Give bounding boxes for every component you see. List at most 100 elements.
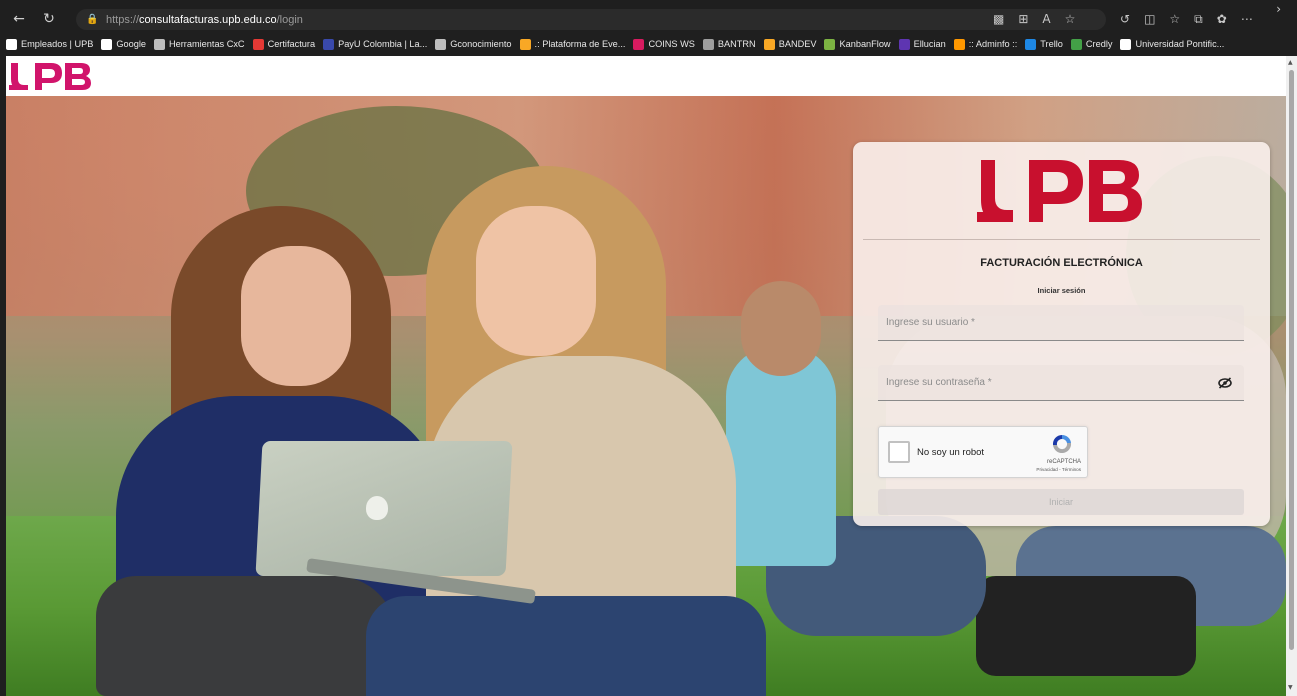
back-icon[interactable]: ← xyxy=(8,8,30,30)
student-jeans xyxy=(366,596,766,696)
url-path: /login xyxy=(276,13,303,26)
browser-chrome: ← ↻ 🔒 https://consultafacturas.upb.edu.c… xyxy=(0,0,1297,56)
login-button[interactable]: Iniciar xyxy=(878,489,1244,515)
browser-actions: ↺ ◫ ☆ ⧉ ✿ ⋯ xyxy=(1120,6,1253,32)
favorite-star-icon[interactable]: ☆ xyxy=(1065,12,1076,26)
bookmark-item[interactable]: PayU Colombia | La... xyxy=(323,38,428,50)
collections-icon[interactable]: ⧉ xyxy=(1194,12,1203,27)
upb-logo-graphic xyxy=(9,63,91,90)
bookmark-item[interactable]: BANTRN xyxy=(702,38,756,50)
bookmark-favicon-icon xyxy=(6,38,17,50)
student-head xyxy=(741,281,821,376)
password-field[interactable] xyxy=(878,365,1244,401)
bookmark-item[interactable]: Google xyxy=(101,38,146,50)
bookmark-label: Credly xyxy=(1085,39,1113,49)
address-bar[interactable]: 🔒 https://consultafacturas.upb.edu.co/lo… xyxy=(76,9,1106,30)
scroll-down-icon[interactable]: ▼ xyxy=(1288,684,1293,691)
bookmark-label: BANTRN xyxy=(717,39,756,49)
login-subtitle: Iniciar sesión xyxy=(1037,286,1086,295)
bookmark-item[interactable]: Certifactura xyxy=(252,38,316,50)
apps-icon[interactable]: ⊞ xyxy=(1018,12,1028,26)
bookmark-favicon-icon xyxy=(252,38,264,50)
bookmark-favicon-icon xyxy=(101,38,113,50)
bookmarks-overflow-icon[interactable]: › xyxy=(1276,2,1281,16)
bookmark-item[interactable]: Empleados | UPB xyxy=(6,38,94,50)
bookmark-item[interactable]: Herramientas CxC xyxy=(154,38,245,50)
bookmark-favicon-icon xyxy=(519,38,531,50)
bookmark-favicon-icon xyxy=(1025,38,1037,50)
bookmark-label: Universidad Pontific... xyxy=(1135,39,1225,49)
page-scrollbar[interactable]: ▲ ▼ xyxy=(1286,56,1297,696)
username-input[interactable] xyxy=(878,305,1244,340)
refresh-icon[interactable]: ↻ xyxy=(38,8,60,30)
extensions-icon[interactable]: ↺ xyxy=(1120,12,1130,26)
student-face xyxy=(476,206,596,356)
bookmark-item[interactable]: KanbanFlow xyxy=(824,38,891,50)
bookmark-label: COINS WS xyxy=(648,39,695,49)
bookmark-favicon-icon xyxy=(898,38,910,50)
bookmark-label: Gconocimiento xyxy=(450,39,512,49)
recaptcha-label: No soy un robot xyxy=(917,447,985,458)
bookmark-label: BANDEV xyxy=(778,39,817,49)
bookmark-label: Google xyxy=(116,39,146,49)
bookmark-favicon-icon xyxy=(702,38,714,50)
bookmark-item[interactable]: COINS WS xyxy=(633,38,695,50)
bookmark-item[interactable]: Trello xyxy=(1025,38,1063,50)
recaptcha-widget: No soy un robot reCAPTCHA Privacidad - T… xyxy=(878,426,1088,478)
upb-logo xyxy=(977,160,1142,222)
bookmark-label: PayU Colombia | La... xyxy=(338,39,428,49)
address-bar-actions: ▩ ⊞ A ☆ xyxy=(993,6,1075,32)
split-screen-icon[interactable]: ◫ xyxy=(1144,12,1155,26)
recaptcha-checkbox[interactable] xyxy=(888,441,910,463)
reader-view-icon[interactable]: ▩ xyxy=(993,12,1004,26)
recaptcha-logo-icon xyxy=(1052,434,1072,454)
bookmark-label: .: Plataforma de Eve... xyxy=(534,39,626,49)
bookmark-label: Certifactura xyxy=(267,39,316,49)
upb-logo[interactable] xyxy=(9,61,93,91)
student-shirt xyxy=(726,346,836,566)
apple-logo-icon xyxy=(366,496,388,520)
bookmark-item[interactable]: Ellucian xyxy=(898,38,946,50)
divider xyxy=(863,239,1260,240)
bookmark-favicon-icon xyxy=(1070,38,1082,50)
bookmark-item[interactable]: Universidad Pontific... xyxy=(1120,38,1225,50)
scroll-up-icon[interactable]: ▲ xyxy=(1288,59,1293,66)
login-card: FACTURACIÓN ELECTRÓNICA Iniciar sesión N… xyxy=(853,142,1270,526)
bookmark-favicon-icon xyxy=(824,38,836,50)
bookmark-item[interactable]: Credly xyxy=(1070,38,1113,50)
bookmark-favicon-icon xyxy=(1120,38,1132,50)
copilot-icon[interactable]: ✿ xyxy=(1217,12,1227,26)
site-header xyxy=(6,56,1286,96)
bookmark-favicon-icon xyxy=(953,38,965,50)
scrollbar-thumb[interactable] xyxy=(1289,70,1294,650)
favorites-icon[interactable]: ☆ xyxy=(1169,12,1180,26)
backpack xyxy=(96,576,396,696)
toggle-password-visibility-icon[interactable] xyxy=(1218,377,1232,389)
bookmark-favicon-icon xyxy=(763,38,775,50)
bookmark-favicon-icon xyxy=(323,38,335,50)
login-title: FACTURACIÓN ELECTRÓNICA xyxy=(980,257,1143,269)
bookmark-item[interactable]: BANDEV xyxy=(763,38,817,50)
bookmark-item[interactable]: .: Plataforma de Eve... xyxy=(519,38,626,50)
bookmark-item[interactable]: Gconocimiento xyxy=(435,38,512,50)
bookmark-item[interactable]: :: Adminfo :: xyxy=(953,38,1018,50)
password-input[interactable] xyxy=(878,365,1244,400)
url-protocol: https:// xyxy=(106,13,140,26)
bookmark-label: KanbanFlow xyxy=(839,39,891,49)
more-menu-icon[interactable]: ⋯ xyxy=(1241,12,1253,26)
read-aloud-icon[interactable]: A xyxy=(1042,12,1050,26)
url-host: consultafacturas.upb.edu.co xyxy=(139,13,277,26)
bookmark-label: Herramientas CxC xyxy=(169,39,245,49)
recaptcha-terms-link[interactable]: Privacidad - Términos xyxy=(1036,467,1081,472)
student-face xyxy=(241,246,351,386)
bookmark-favicon-icon xyxy=(154,38,165,50)
lock-icon: 🔒 xyxy=(86,14,99,25)
recaptcha-brand: reCAPTCHA xyxy=(1046,459,1081,465)
bookmark-favicon-icon xyxy=(633,38,645,50)
bookmark-favicon-icon xyxy=(435,38,447,50)
username-field[interactable] xyxy=(878,305,1244,341)
browser-toolbar: ← ↻ 🔒 https://consultafacturas.upb.edu.c… xyxy=(0,6,1297,32)
backpack xyxy=(976,576,1196,676)
bookmark-label: Empleados | UPB xyxy=(21,39,94,49)
bookmark-label: :: Adminfo :: xyxy=(968,39,1018,49)
